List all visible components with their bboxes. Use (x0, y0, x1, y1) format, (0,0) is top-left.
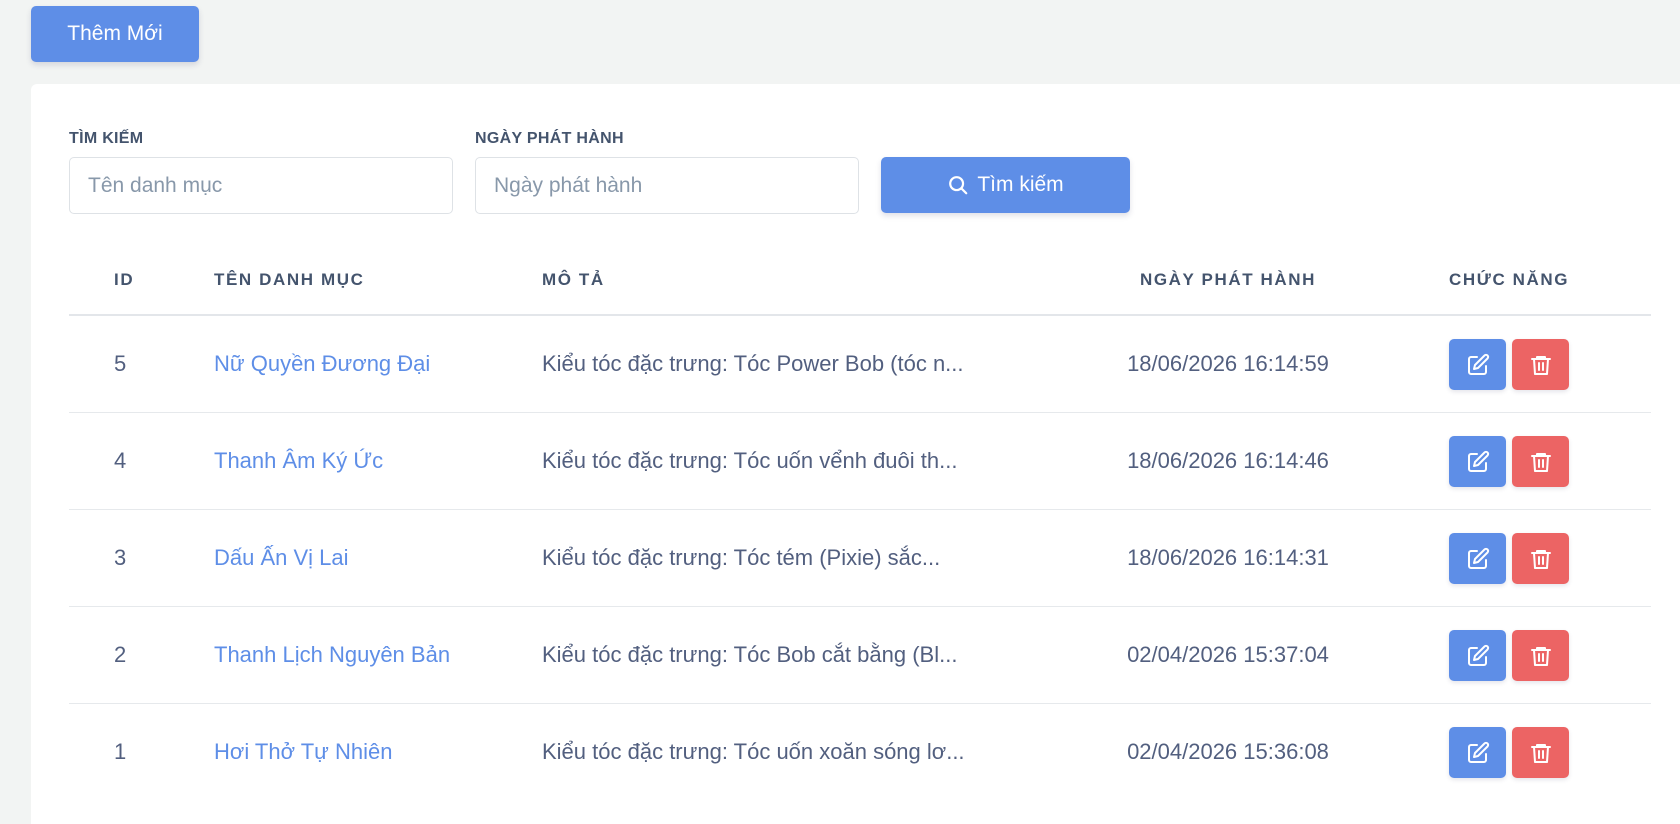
search-icon (949, 176, 968, 195)
row-actions (1449, 339, 1569, 390)
row-description: Kiểu tóc đặc trưng: Tóc tém (Pixie) sắc.… (542, 545, 941, 570)
row-id: 1 (114, 739, 127, 764)
row-release-date: 02/04/2026 15:37:04 (1127, 642, 1329, 667)
row-name-link[interactable]: Nữ Quyền Đương Đại (214, 316, 430, 412)
row-id: 3 (114, 545, 127, 570)
row-release-date: 18/06/2026 16:14:46 (1127, 448, 1329, 473)
edit-icon (1467, 353, 1489, 375)
row-name-link[interactable]: Thanh Lịch Nguyên Bản (214, 607, 450, 703)
edit-button[interactable] (1449, 436, 1506, 487)
search-button[interactable]: Tìm kiếm (881, 157, 1130, 213)
table-row: 2 Thanh Lịch Nguyên Bản Kiểu tóc đặc trư… (69, 607, 1651, 704)
edit-icon (1467, 450, 1489, 472)
delete-button[interactable] (1512, 339, 1569, 390)
header-description: MÔ TẢ (542, 270, 605, 289)
row-description: Kiểu tóc đặc trưng: Tóc uốn vểnh đuôi th… (542, 448, 958, 473)
delete-button[interactable] (1512, 630, 1569, 681)
table-header: ID TÊN DANH MỤC MÔ TẢ NGÀY PHÁT HÀNH CHỨ… (69, 244, 1651, 316)
row-actions (1449, 533, 1569, 584)
table-body: 5 Nữ Quyền Đương Đại Kiểu tóc đặc trưng:… (69, 316, 1651, 801)
trash-icon (1530, 646, 1551, 666)
table-row: 4 Thanh Âm Ký Ức Kiểu tóc đặc trưng: Tóc… (69, 413, 1651, 510)
row-name-link[interactable]: Hơi Thở Tự Nhiên (214, 704, 393, 800)
row-actions (1449, 436, 1569, 487)
search-input[interactable] (69, 157, 453, 214)
edit-icon (1467, 547, 1489, 569)
row-id: 5 (114, 351, 127, 376)
search-button-label: Tìm kiếm (977, 173, 1064, 196)
edit-icon (1467, 644, 1489, 666)
row-release-date: 18/06/2026 16:14:59 (1127, 351, 1329, 376)
header-id: ID (114, 270, 135, 289)
trash-icon (1530, 549, 1551, 569)
edit-button[interactable] (1449, 533, 1506, 584)
table-row: 1 Hơi Thở Tự Nhiên Kiểu tóc đặc trưng: T… (69, 704, 1651, 801)
row-release-date: 02/04/2026 15:36:08 (1127, 739, 1329, 764)
row-id: 4 (114, 448, 127, 473)
date-label: NGÀY PHÁT HÀNH (475, 130, 624, 147)
trash-icon (1530, 355, 1551, 375)
edit-button[interactable] (1449, 339, 1506, 390)
header-name: TÊN DANH MỤC (214, 270, 365, 289)
table-row: 3 Dấu Ấn Vị Lai Kiểu tóc đặc trưng: Tóc … (69, 510, 1651, 607)
table-row: 5 Nữ Quyền Đương Đại Kiểu tóc đặc trưng:… (69, 316, 1651, 413)
header-release-date: NGÀY PHÁT HÀNH (1139, 270, 1317, 289)
edit-button[interactable] (1449, 727, 1506, 778)
row-description: Kiểu tóc đặc trưng: Tóc uốn xoăn sóng lơ… (542, 739, 965, 764)
row-id: 2 (114, 642, 127, 667)
release-date-input[interactable] (475, 157, 859, 214)
trash-icon (1530, 452, 1551, 472)
edit-button[interactable] (1449, 630, 1506, 681)
delete-button[interactable] (1512, 436, 1569, 487)
edit-icon (1467, 741, 1489, 763)
header-actions: CHỨC NĂNG (1449, 270, 1570, 289)
row-description: Kiểu tóc đặc trưng: Tóc Power Bob (tóc n… (542, 351, 964, 376)
delete-button[interactable] (1512, 533, 1569, 584)
category-card: TÌM KIẾM NGÀY PHÁT HÀNH Tìm kiếm ID TÊN … (31, 84, 1680, 824)
row-description: Kiểu tóc đặc trưng: Tóc Bob cắt bằng (Bl… (542, 642, 958, 667)
row-actions (1449, 630, 1569, 681)
add-new-button[interactable]: Thêm Mới (31, 6, 199, 62)
row-name-link[interactable]: Thanh Âm Ký Ức (214, 413, 383, 509)
trash-icon (1530, 743, 1551, 763)
row-release-date: 18/06/2026 16:14:31 (1127, 545, 1329, 570)
search-label: TÌM KIẾM (69, 130, 144, 147)
row-name-link[interactable]: Dấu Ấn Vị Lai (214, 510, 349, 606)
delete-button[interactable] (1512, 727, 1569, 778)
row-actions (1449, 727, 1569, 778)
